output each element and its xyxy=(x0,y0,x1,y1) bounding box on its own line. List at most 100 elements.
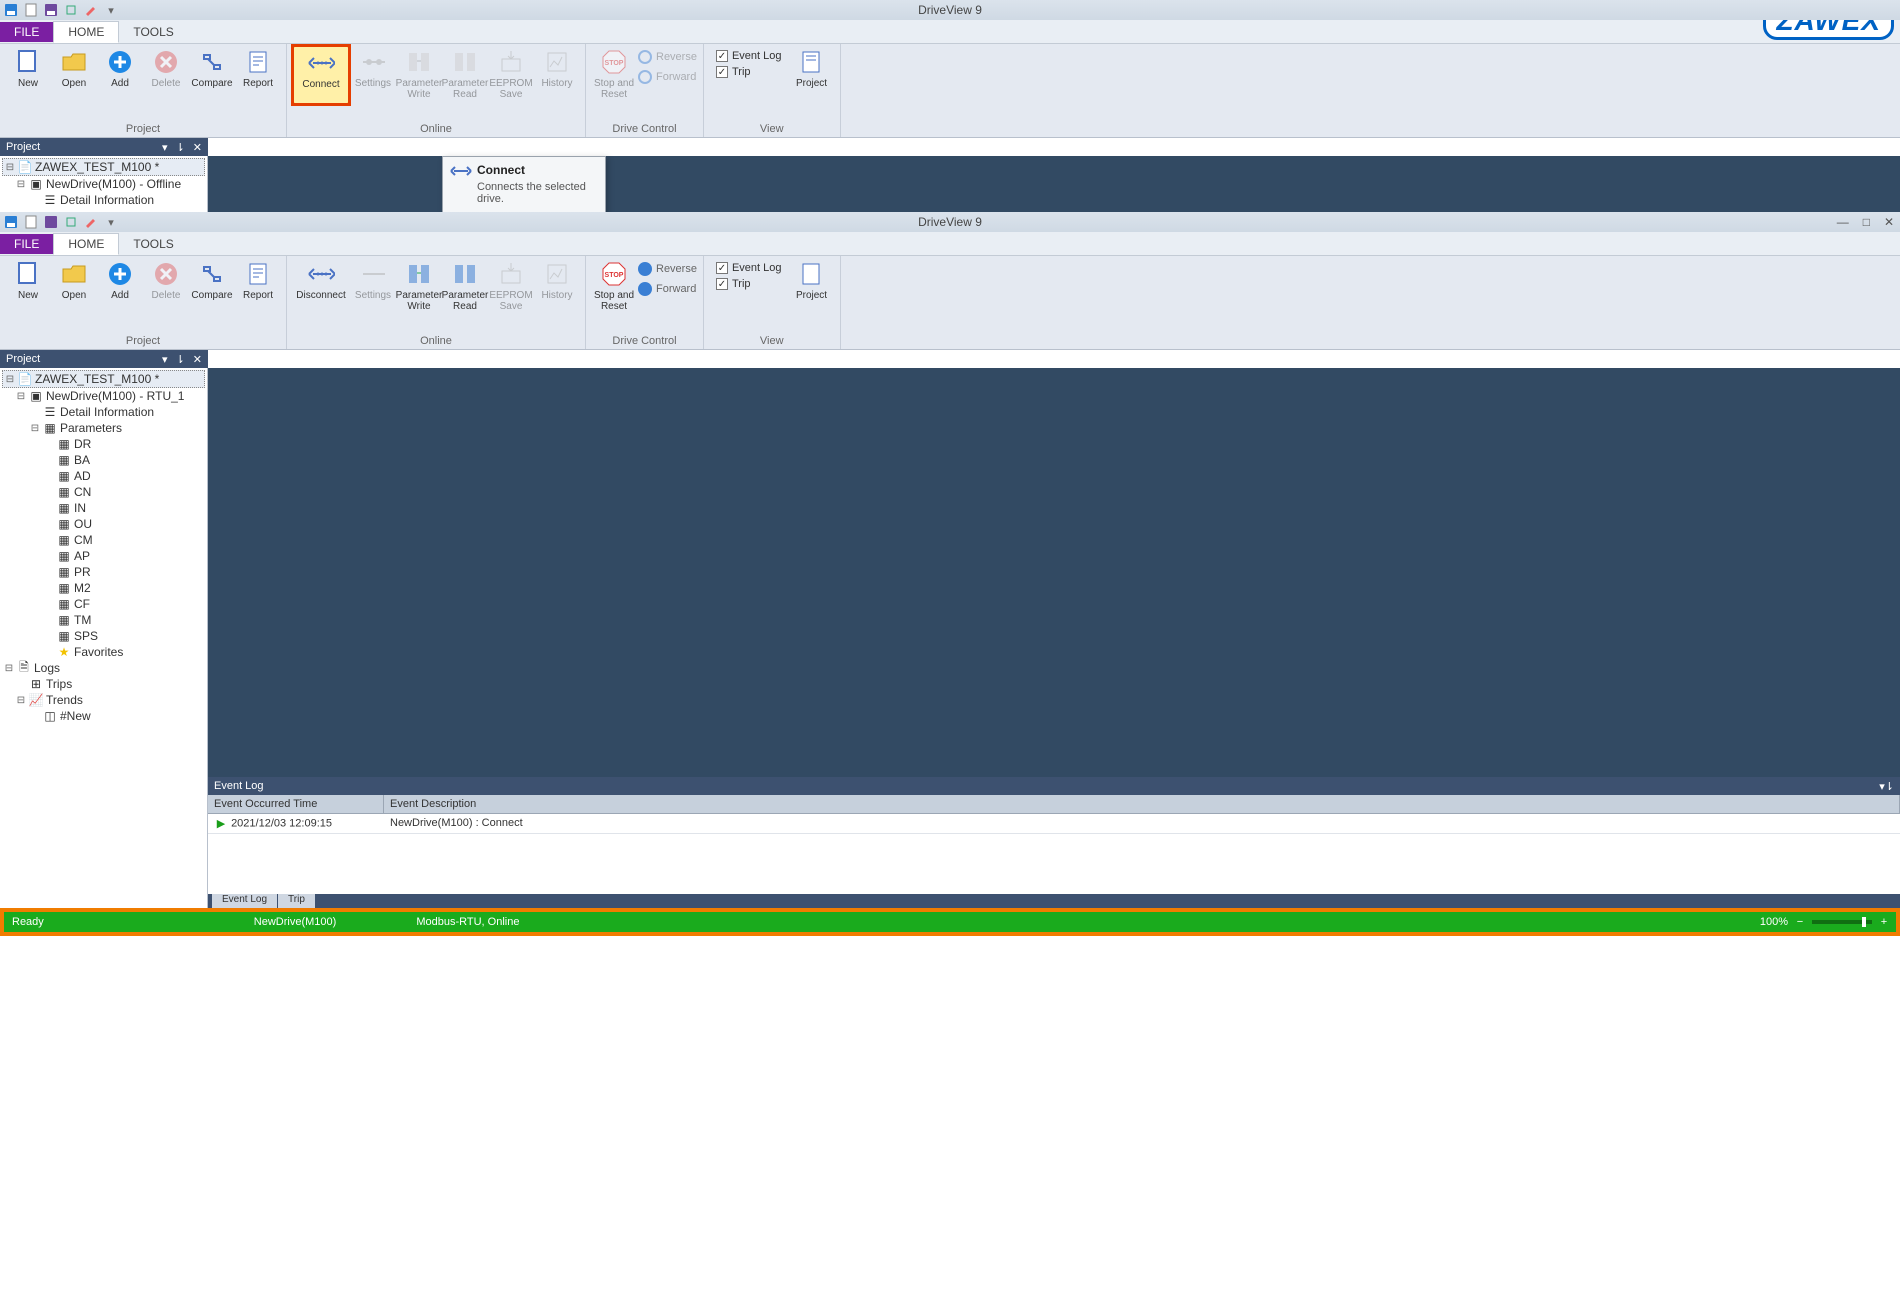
parameter-read-button[interactable]: Parameter Read xyxy=(443,258,487,314)
edit-pencil-icon[interactable] xyxy=(84,215,98,229)
trips-icon: ⊞ xyxy=(29,678,43,690)
tree-param-ou[interactable]: ▦OU xyxy=(2,516,205,532)
connect-button[interactable]: Connect xyxy=(293,46,349,104)
forward-button[interactable]: Forward xyxy=(638,282,697,296)
tab-file[interactable]: FILE xyxy=(0,22,53,42)
col-time[interactable]: Event Occurred Time xyxy=(208,795,384,813)
eventlog-body: ▶ 2021/12/03 12:09:15 NewDrive(M100) : C… xyxy=(208,814,1900,894)
zoom-out-icon[interactable]: − xyxy=(1796,916,1804,928)
zoom-slider[interactable] xyxy=(1812,920,1872,924)
parameter-write-icon xyxy=(405,260,433,288)
settings-button: Settings xyxy=(351,258,395,314)
reverse-icon xyxy=(638,262,652,276)
tree-param-cn[interactable]: ▦CN xyxy=(2,484,205,500)
tree-param-dr[interactable]: ▦DR xyxy=(2,436,205,452)
tree-detail[interactable]: ☰Detail Information xyxy=(2,404,205,420)
tree-logs[interactable]: ⊟🗎Logs xyxy=(2,660,205,676)
tab-home[interactable]: HOME xyxy=(53,233,119,255)
tree-parameters[interactable]: ⊟▦Parameters xyxy=(2,420,205,436)
tree-param-m2[interactable]: ▦M2 xyxy=(2,580,205,596)
compare-button[interactable]: Compare xyxy=(190,258,234,314)
pin-icon[interactable]: ⇂ xyxy=(176,353,185,366)
project-view-button[interactable]: Project xyxy=(790,258,834,314)
tree-param-cm[interactable]: ▦CM xyxy=(2,532,205,548)
save-icon[interactable] xyxy=(4,215,18,229)
tree-drive[interactable]: ⊟▣NewDrive(M100) - RTU_1 xyxy=(2,388,205,404)
forward-icon xyxy=(638,282,652,296)
tab-trip[interactable]: Trip xyxy=(278,894,315,908)
tree-root[interactable]: ⊟📄ZAWEX_TEST_M100 * xyxy=(2,370,205,388)
tab-file[interactable]: FILE xyxy=(0,234,53,254)
tree-param-ba[interactable]: ▦BA xyxy=(2,452,205,468)
tree-param-ap[interactable]: ▦AP xyxy=(2,548,205,564)
trip-checkbox[interactable]: ✓Trip xyxy=(716,278,782,290)
col-desc[interactable]: Event Description xyxy=(384,795,1900,813)
tree-favorites[interactable]: ★Favorites xyxy=(2,644,205,660)
qat-dropdown-icon[interactable]: ▾ xyxy=(104,215,118,229)
edit-pencil-icon[interactable] xyxy=(84,3,98,17)
tab-home[interactable]: HOME xyxy=(53,21,119,43)
detail-icon: ☰ xyxy=(43,406,57,418)
reverse-button[interactable]: Reverse xyxy=(638,262,697,276)
param-group-icon: ▦ xyxy=(57,550,71,562)
save-icon[interactable] xyxy=(44,3,58,17)
tab-tools[interactable]: TOOLS xyxy=(119,234,187,254)
qat-dropdown-icon[interactable]: ▾ xyxy=(104,3,118,17)
report-button[interactable]: Report xyxy=(236,46,280,102)
tree-new-trend[interactable]: ◫#New xyxy=(2,708,205,724)
parameter-write-button[interactable]: Parameter Write xyxy=(397,258,441,314)
panel-menu-icon[interactable]: ▾ xyxy=(162,141,168,154)
panel-menu-icon[interactable]: ▾ xyxy=(162,353,168,366)
pin-icon[interactable]: ⇂ xyxy=(1885,781,1894,793)
delete-icon xyxy=(152,260,180,288)
report-button[interactable]: Report xyxy=(236,258,280,314)
save-icon[interactable] xyxy=(4,3,18,17)
eventlog-row[interactable]: ▶ 2021/12/03 12:09:15 NewDrive(M100) : C… xyxy=(208,814,1900,834)
tree-detail[interactable]: ☰Detail Information xyxy=(2,192,205,208)
close-window-icon[interactable]: ✕ xyxy=(1884,215,1894,229)
project-view-button[interactable]: Project xyxy=(790,46,834,102)
edit-icon[interactable] xyxy=(64,3,78,17)
tree-param-in[interactable]: ▦IN xyxy=(2,500,205,516)
disconnect-button[interactable]: Disconnect xyxy=(293,258,349,314)
tree-param-cf[interactable]: ▦CF xyxy=(2,596,205,612)
quick-access-toolbar-top: ▾ DriveView 9 xyxy=(0,0,1900,20)
project-file-icon: 📄 xyxy=(18,373,32,385)
eventlog-checkbox[interactable]: ✓Event Log xyxy=(716,262,782,274)
minimize-icon[interactable]: — xyxy=(1837,215,1849,229)
tree-root[interactable]: ⊟📄ZAWEX_TEST_M100 * xyxy=(2,158,205,176)
tab-eventlog[interactable]: Event Log xyxy=(212,894,277,908)
drive-icon: ▣ xyxy=(29,178,43,190)
new-file-icon[interactable] xyxy=(24,215,38,229)
zoom-in-icon[interactable]: + xyxy=(1880,916,1888,928)
compare-button[interactable]: Compare xyxy=(190,46,234,102)
tab-tools[interactable]: TOOLS xyxy=(119,22,187,42)
new-file-icon[interactable] xyxy=(24,3,38,17)
param-group-icon: ▦ xyxy=(57,518,71,530)
tree-drive[interactable]: ⊟▣NewDrive(M100) - Offline xyxy=(2,176,205,192)
close-icon[interactable]: ✕ xyxy=(193,141,202,154)
trip-checkbox[interactable]: ✓Trip xyxy=(716,66,782,78)
tree-trips[interactable]: ⊞Trips xyxy=(2,676,205,692)
eventlog-checkbox[interactable]: ✓Event Log xyxy=(716,50,782,62)
close-icon[interactable]: ✕ xyxy=(193,353,202,366)
open-button[interactable]: Open xyxy=(52,46,96,102)
add-button[interactable]: Add xyxy=(98,258,142,314)
new-button[interactable]: New xyxy=(6,258,50,314)
tree-param-sps[interactable]: ▦SPS xyxy=(2,628,205,644)
stop-reset-button[interactable]: STOPStop and Reset xyxy=(592,258,636,314)
maximize-icon[interactable]: □ xyxy=(1863,215,1870,229)
tree-param-tm[interactable]: ▦TM xyxy=(2,612,205,628)
quick-access-toolbar-bottom: ▾ DriveView 9 — □ ✕ xyxy=(0,212,1900,232)
tree-trends[interactable]: ⊟📈Trends xyxy=(2,692,205,708)
tree-param-ad[interactable]: ▦AD xyxy=(2,468,205,484)
save-icon[interactable] xyxy=(44,215,58,229)
open-button[interactable]: Open xyxy=(52,258,96,314)
connect-icon xyxy=(449,163,473,179)
new-button[interactable]: New xyxy=(6,46,50,102)
tree-param-pr[interactable]: ▦PR xyxy=(2,564,205,580)
pin-icon[interactable]: ⇂ xyxy=(176,141,185,154)
add-button[interactable]: Add xyxy=(98,46,142,102)
param-group-icon: ▦ xyxy=(57,630,71,642)
edit-icon[interactable] xyxy=(64,215,78,229)
